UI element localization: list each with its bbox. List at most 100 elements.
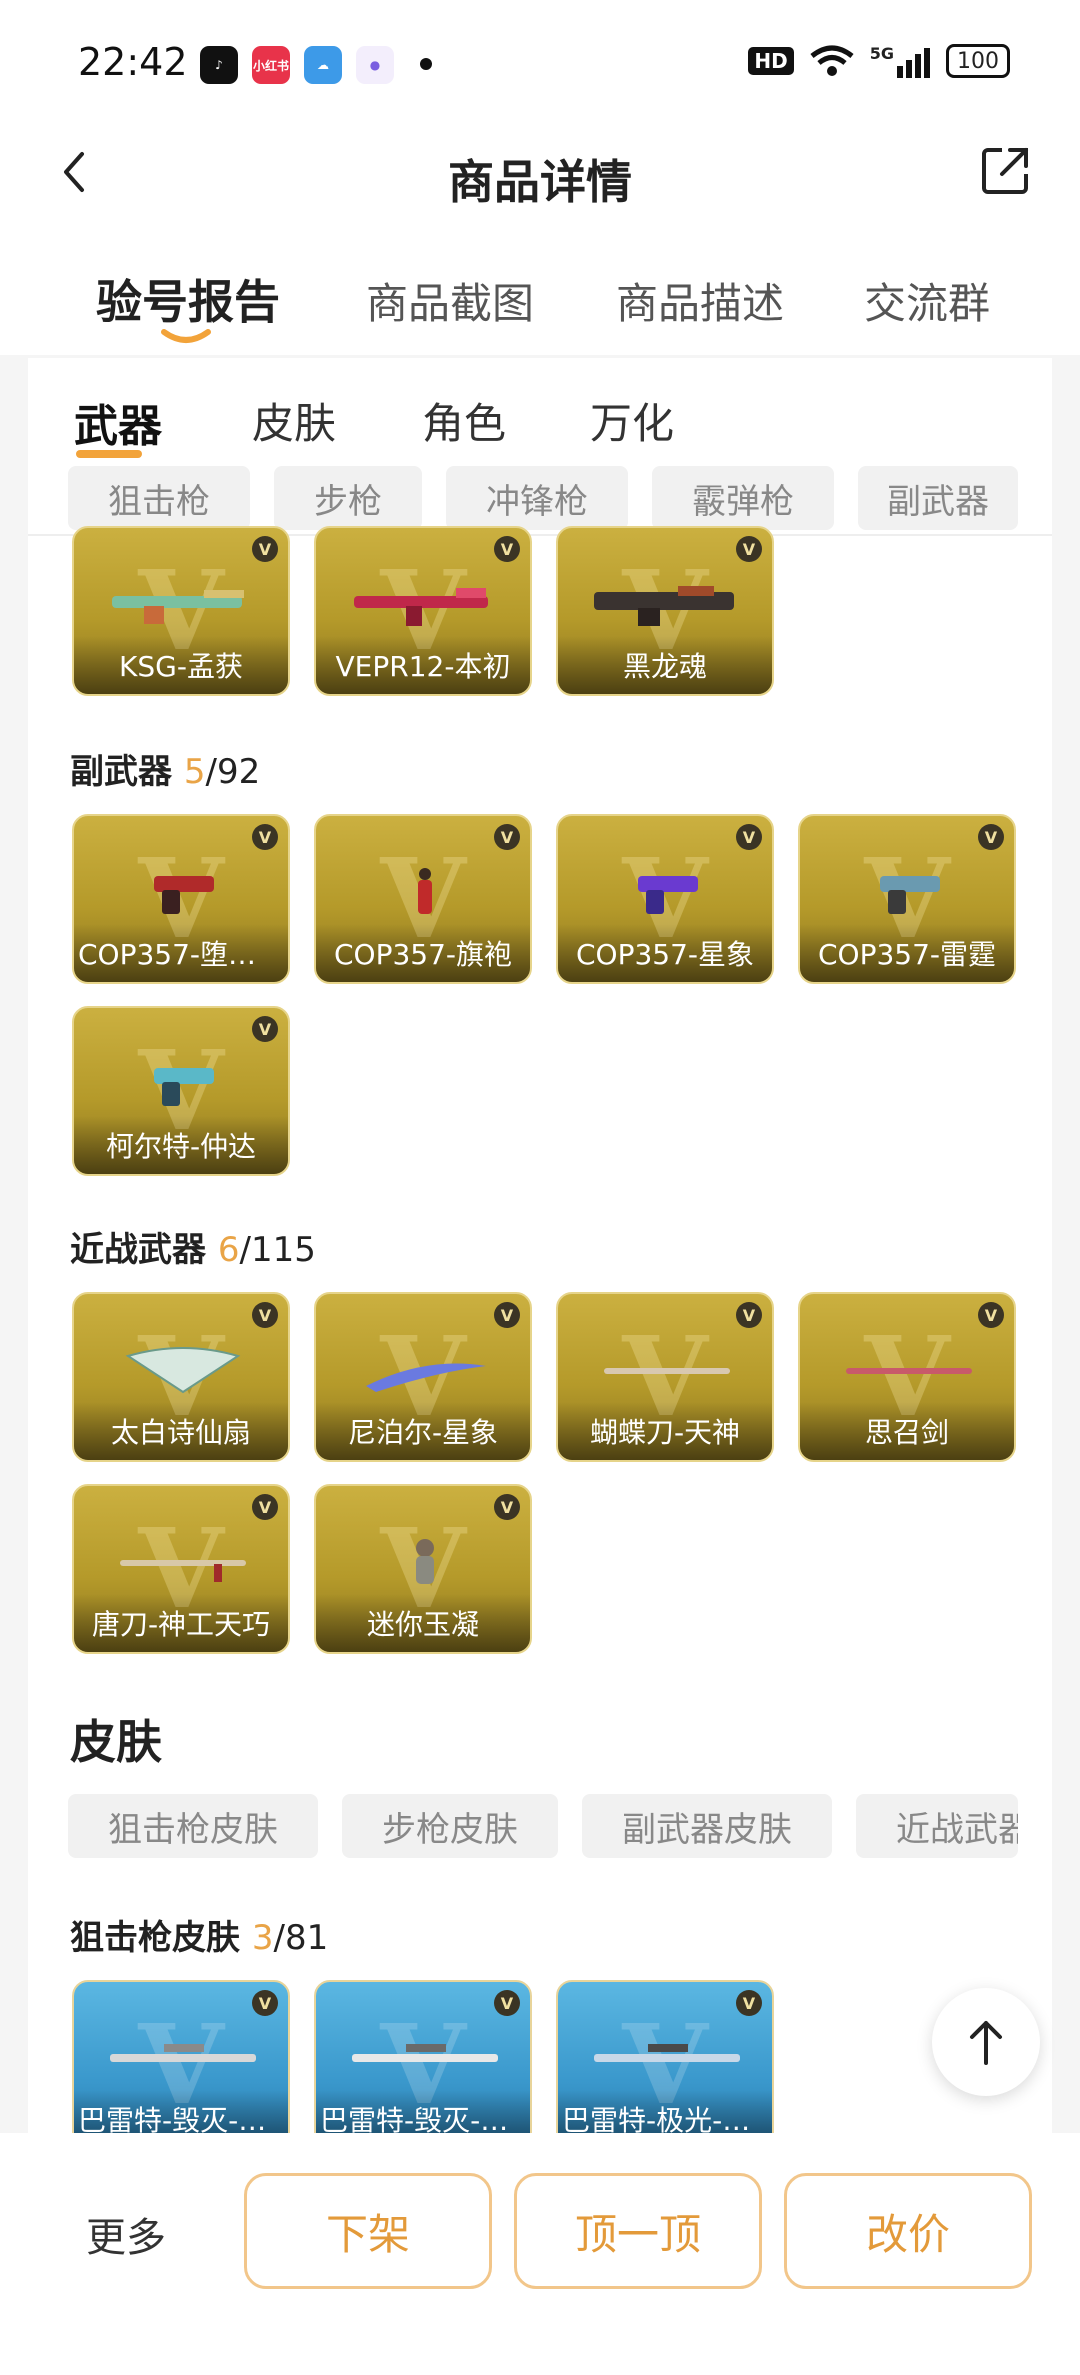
item-card[interactable]: V V 尼泊尔-星象 — [314, 1292, 532, 1462]
v-badge-icon: V — [252, 536, 278, 562]
sword-icon — [120, 1560, 246, 1582]
share-button[interactable] — [980, 144, 1032, 196]
main-tabs: 验号报告 商品截图 商品描述 交流群 — [0, 240, 1080, 355]
status-bar: 22:42 ♪ 小红书 ☁ ● HD 5G 100 — [0, 0, 1080, 130]
total-count: /81 — [273, 1918, 329, 1958]
item-card[interactable]: V V COP357-雷霆 — [798, 814, 1016, 984]
v-badge-icon: V — [494, 536, 520, 562]
owned-count: 5 — [183, 752, 206, 792]
item-card[interactable]: V V 唐刀-神工天巧 — [72, 1484, 290, 1654]
item-card[interactable]: V V 太白诗仙扇 — [72, 1292, 290, 1462]
section-sidearm-header: 副武器 5/92 — [70, 744, 260, 793]
subtab-wanhua[interactable]: 万化 — [590, 390, 674, 451]
scroll-top-button[interactable] — [932, 1988, 1040, 2096]
tiktok-icon: ♪ — [200, 46, 238, 84]
fan-icon — [125, 1347, 241, 1394]
reprice-button[interactable]: 改价 — [784, 2173, 1032, 2289]
v-badge-icon: V — [736, 1302, 762, 1328]
item-card[interactable]: V V COP357-堕天神 — [72, 814, 290, 984]
item-name: COP357-旗袍 — [316, 924, 530, 982]
v-badge-icon: V — [494, 824, 520, 850]
v-badge-icon: V — [252, 1990, 278, 2016]
sniper-icon — [110, 2044, 256, 2062]
item-name: 巴雷特-毁灭-星... — [74, 2090, 288, 2133]
section-title: 副武器 — [70, 752, 172, 792]
item-card[interactable]: V V VEPR12-本初 — [314, 526, 532, 696]
category-tabs: 武器 皮肤 角色 万化 — [28, 358, 1052, 458]
chip-melee-skins[interactable]: 近战武器 — [856, 1794, 1018, 1858]
subtab-weapons[interactable]: 武器 — [74, 390, 162, 454]
item-name: 柯尔特-仲达 — [74, 1116, 288, 1174]
item-card[interactable]: V V 蝴蝶刀-天神 — [556, 1292, 774, 1462]
item-name: 巴雷特-毁灭-不... — [316, 2090, 530, 2133]
item-card[interactable]: V V COP357-旗袍 — [314, 814, 532, 984]
item-card[interactable]: V V COP357-星象 — [556, 814, 774, 984]
chip-sniper-skins[interactable]: 狙击枪皮肤 — [68, 1794, 318, 1858]
weather-icon: ☁ — [304, 46, 342, 84]
item-name: 太白诗仙扇 — [74, 1402, 288, 1460]
item-name: 黑龙魂 — [558, 636, 772, 694]
battery-icon: 100 — [946, 44, 1010, 78]
tab-screenshots[interactable]: 商品截图 — [366, 270, 534, 331]
figure-icon — [418, 868, 432, 914]
chip-sniper[interactable]: 狙击枪 — [68, 466, 250, 530]
v-badge-icon: V — [494, 1494, 520, 1520]
item-card[interactable]: V V 巴雷特-毁灭-不... — [314, 1980, 532, 2133]
item-card[interactable]: V V 黑龙魂 — [556, 526, 774, 696]
pistol-icon — [154, 1068, 214, 1106]
item-card[interactable]: V V 巴雷特-毁灭-星... — [72, 1980, 290, 2133]
tab-inspection-report[interactable]: 验号报告 — [96, 266, 280, 332]
item-card[interactable]: V V 柯尔特-仲达 — [72, 1006, 290, 1176]
v-badge-icon: V — [252, 1016, 278, 1042]
item-name: 迷你玉凝 — [316, 1594, 530, 1652]
item-card[interactable]: V V 迷你玉凝 — [314, 1484, 532, 1654]
tab-chat-group[interactable]: 交流群 — [864, 270, 990, 331]
blade-icon — [366, 1363, 486, 1392]
section-sniper-skins-header: 狙击枪皮肤 3/81 — [70, 1910, 328, 1959]
item-name: VEPR12-本初 — [316, 636, 530, 694]
pistol-icon — [880, 876, 940, 914]
subtab-roles[interactable]: 角色 — [422, 390, 506, 451]
chip-rifle[interactable]: 步枪 — [274, 466, 422, 530]
bump-button[interactable]: 顶一顶 — [514, 2173, 762, 2289]
v-badge-icon: V — [494, 1302, 520, 1328]
chip-rifle-skins[interactable]: 步枪皮肤 — [342, 1794, 558, 1858]
item-name: 思召剑 — [800, 1402, 1014, 1460]
owned-count: 6 — [217, 1230, 240, 1270]
chip-shotgun[interactable]: 霰弹枪 — [652, 466, 834, 530]
more-button[interactable]: 更多 — [86, 2205, 166, 2263]
pistol-icon — [638, 876, 698, 914]
chip-sidearm-skins[interactable]: 副武器皮肤 — [582, 1794, 832, 1858]
total-count: /115 — [239, 1230, 316, 1270]
signal-icon: 5G — [870, 44, 930, 78]
v-badge-icon: V — [978, 824, 1004, 850]
subtab-skins[interactable]: 皮肤 — [252, 390, 336, 451]
chip-sidearm[interactable]: 副武器 — [858, 466, 1018, 530]
battery-level: 100 — [957, 48, 999, 74]
item-name: 唐刀-神工天巧 — [74, 1594, 288, 1652]
section-melee-header: 近战武器 6/115 — [70, 1222, 316, 1271]
delist-button[interactable]: 下架 — [244, 2173, 492, 2289]
section-title: 狙击枪皮肤 — [70, 1918, 240, 1958]
item-card[interactable]: V V KSG-孟获 — [72, 526, 290, 696]
report-card: 武器 皮肤 角色 万化 狙击枪 步枪 冲锋枪 霰弹枪 副武器 V V KSG-孟… — [28, 358, 1052, 2133]
bottom-action-bar: 更多 下架 顶一顶 改价 — [0, 2133, 1080, 2375]
pistol-icon — [154, 876, 214, 914]
chip-smg[interactable]: 冲锋枪 — [446, 466, 628, 530]
gun-icon — [112, 590, 244, 624]
sniper-icon — [594, 2044, 740, 2062]
sword-icon — [846, 1368, 972, 1374]
item-card[interactable]: V V 思召剑 — [798, 1292, 1016, 1462]
item-name: 巴雷特-极光-重... — [558, 2090, 772, 2133]
v-badge-icon: V — [736, 824, 762, 850]
section-skins-title: 皮肤 — [70, 1715, 162, 1769]
item-card[interactable]: V V 巴雷特-极光-重... — [556, 1980, 774, 2133]
wifi-icon — [810, 45, 854, 76]
item-name: COP357-星象 — [558, 924, 772, 982]
tab-description[interactable]: 商品描述 — [616, 270, 784, 331]
status-time: 22:42 — [78, 40, 188, 84]
v-badge-icon: V — [494, 1990, 520, 2016]
knife-icon — [604, 1368, 730, 1374]
gun-icon — [354, 588, 488, 626]
item-name: 蝴蝶刀-天神 — [558, 1402, 772, 1460]
